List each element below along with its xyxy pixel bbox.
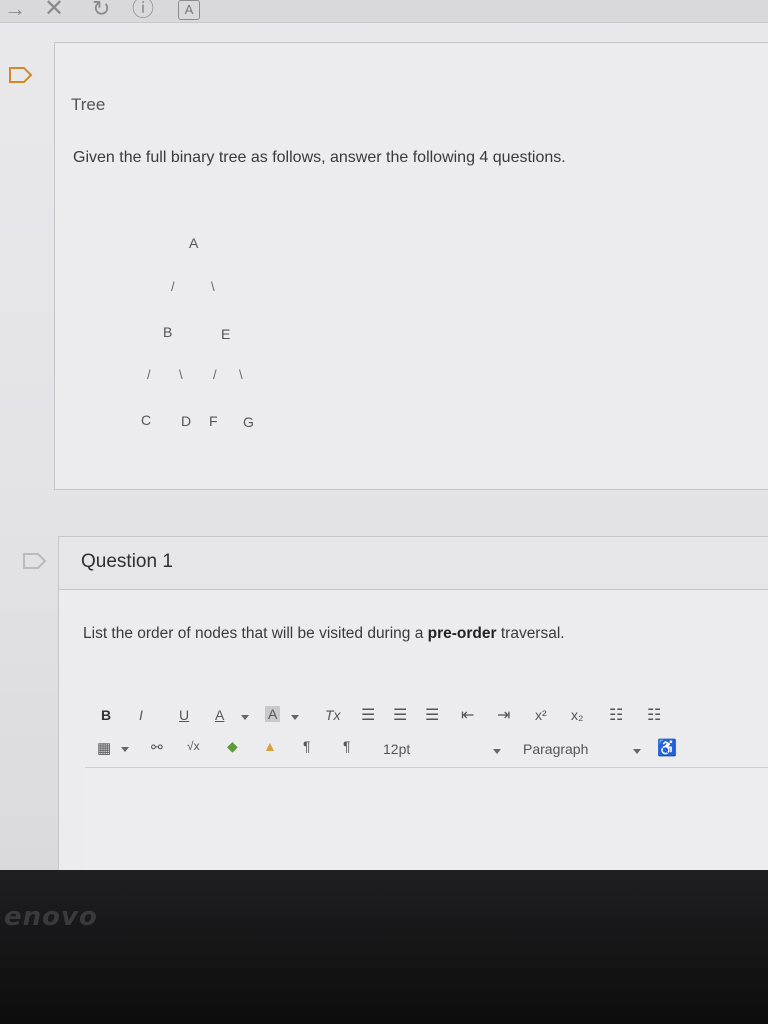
rich-text-toolbar: B I U A A Tx ☰ ☰ ☰ ⇤ ⇥ x² x₂ ☷ ☷ ▦ ⚯ √x … xyxy=(89,705,729,765)
screen: → ✕ ↻ ⓘ A Tree Given the full binary tre… xyxy=(0,0,768,870)
section-intro: Given the full binary tree as follows, a… xyxy=(73,149,566,166)
chevron-down-icon[interactable] xyxy=(291,715,299,720)
font-color-button[interactable]: A xyxy=(215,707,224,723)
bold-button[interactable]: B xyxy=(101,707,111,723)
google-drive-icon[interactable]: ▲ xyxy=(263,738,277,754)
tree-node-a: A xyxy=(189,235,199,251)
tree-edge: / xyxy=(147,367,151,382)
font-size-select[interactable]: 12pt xyxy=(383,741,410,757)
italic-button[interactable]: I xyxy=(139,707,143,723)
outdent-icon[interactable]: ⇤ xyxy=(461,705,474,725)
browser-toolbar: → ✕ ↻ ⓘ A xyxy=(0,0,768,23)
indent-icon[interactable]: ⇥ xyxy=(497,705,510,725)
math-equation-icon[interactable]: √x xyxy=(187,739,200,753)
close-icon[interactable]: ✕ xyxy=(44,0,64,22)
tree-node-c: C xyxy=(141,412,152,428)
section-title: Tree xyxy=(71,95,106,114)
chevron-down-icon[interactable] xyxy=(633,749,641,754)
table-icon[interactable]: ▦ xyxy=(97,739,111,757)
block-format-select[interactable]: Paragraph xyxy=(523,741,588,757)
info-icon[interactable]: ⓘ xyxy=(132,0,154,22)
back-arrow-icon[interactable]: → xyxy=(4,0,26,22)
prompt-text: List the order of nodes that will be vis… xyxy=(83,625,428,642)
question-title: Question 1 xyxy=(81,551,173,572)
reload-icon[interactable]: ↻ xyxy=(92,0,110,22)
reader-icon[interactable]: A xyxy=(178,0,200,20)
prompt-text-end: traversal. xyxy=(496,625,565,642)
tree-edge: / xyxy=(213,367,217,382)
chevron-down-icon[interactable] xyxy=(121,747,129,752)
tree-edge: \ xyxy=(179,367,183,382)
align-right-icon[interactable]: ☰ xyxy=(425,705,439,725)
subscript-button[interactable]: x₂ xyxy=(571,707,583,723)
laptop-bezel: enovo xyxy=(0,870,768,1024)
tree-node-e: E xyxy=(221,326,231,342)
bullet-list-icon[interactable]: ☷ xyxy=(609,705,623,725)
media-plugin-icon[interactable]: ◆ xyxy=(227,738,238,755)
ltr-direction-icon[interactable]: ¶ xyxy=(303,738,311,754)
question-prompt: List the order of nodes that will be vis… xyxy=(83,625,565,643)
bookmark-flag-icon[interactable] xyxy=(8,66,34,84)
underline-button[interactable]: U xyxy=(179,707,189,723)
tree-node-d: D xyxy=(181,413,192,429)
tree-node-b: B xyxy=(163,324,173,340)
background-color-button[interactable]: A xyxy=(265,706,281,722)
chevron-down-icon[interactable] xyxy=(493,749,501,754)
superscript-button[interactable]: x² xyxy=(535,707,547,723)
accessibility-icon[interactable]: ♿ xyxy=(657,738,677,758)
tree-edge: \ xyxy=(211,279,215,294)
clear-formatting-button[interactable]: Tx xyxy=(325,707,341,723)
rtl-direction-icon[interactable]: ¶ xyxy=(343,738,351,754)
tree-section-card: Tree Given the full binary tree as follo… xyxy=(54,42,768,490)
tree-node-f: F xyxy=(209,413,218,429)
align-left-icon[interactable]: ☰ xyxy=(361,705,375,725)
align-center-icon[interactable]: ☰ xyxy=(393,705,407,725)
question-card: Question 1 List the order of nodes that … xyxy=(58,536,768,870)
answer-editor[interactable] xyxy=(85,767,768,870)
chevron-down-icon[interactable] xyxy=(241,715,249,720)
numbered-list-icon[interactable]: ☷ xyxy=(647,705,661,725)
bookmark-flag-icon[interactable] xyxy=(22,552,48,570)
tree-node-g: G xyxy=(243,414,254,430)
tree-edge: \ xyxy=(239,367,243,382)
question-header: Question 1 xyxy=(59,537,768,590)
tree-edge: / xyxy=(171,279,175,294)
laptop-brand-logo: enovo xyxy=(4,902,98,932)
unlink-icon[interactable]: ⚯ xyxy=(151,739,163,756)
prompt-emphasis: pre-order xyxy=(427,625,497,642)
